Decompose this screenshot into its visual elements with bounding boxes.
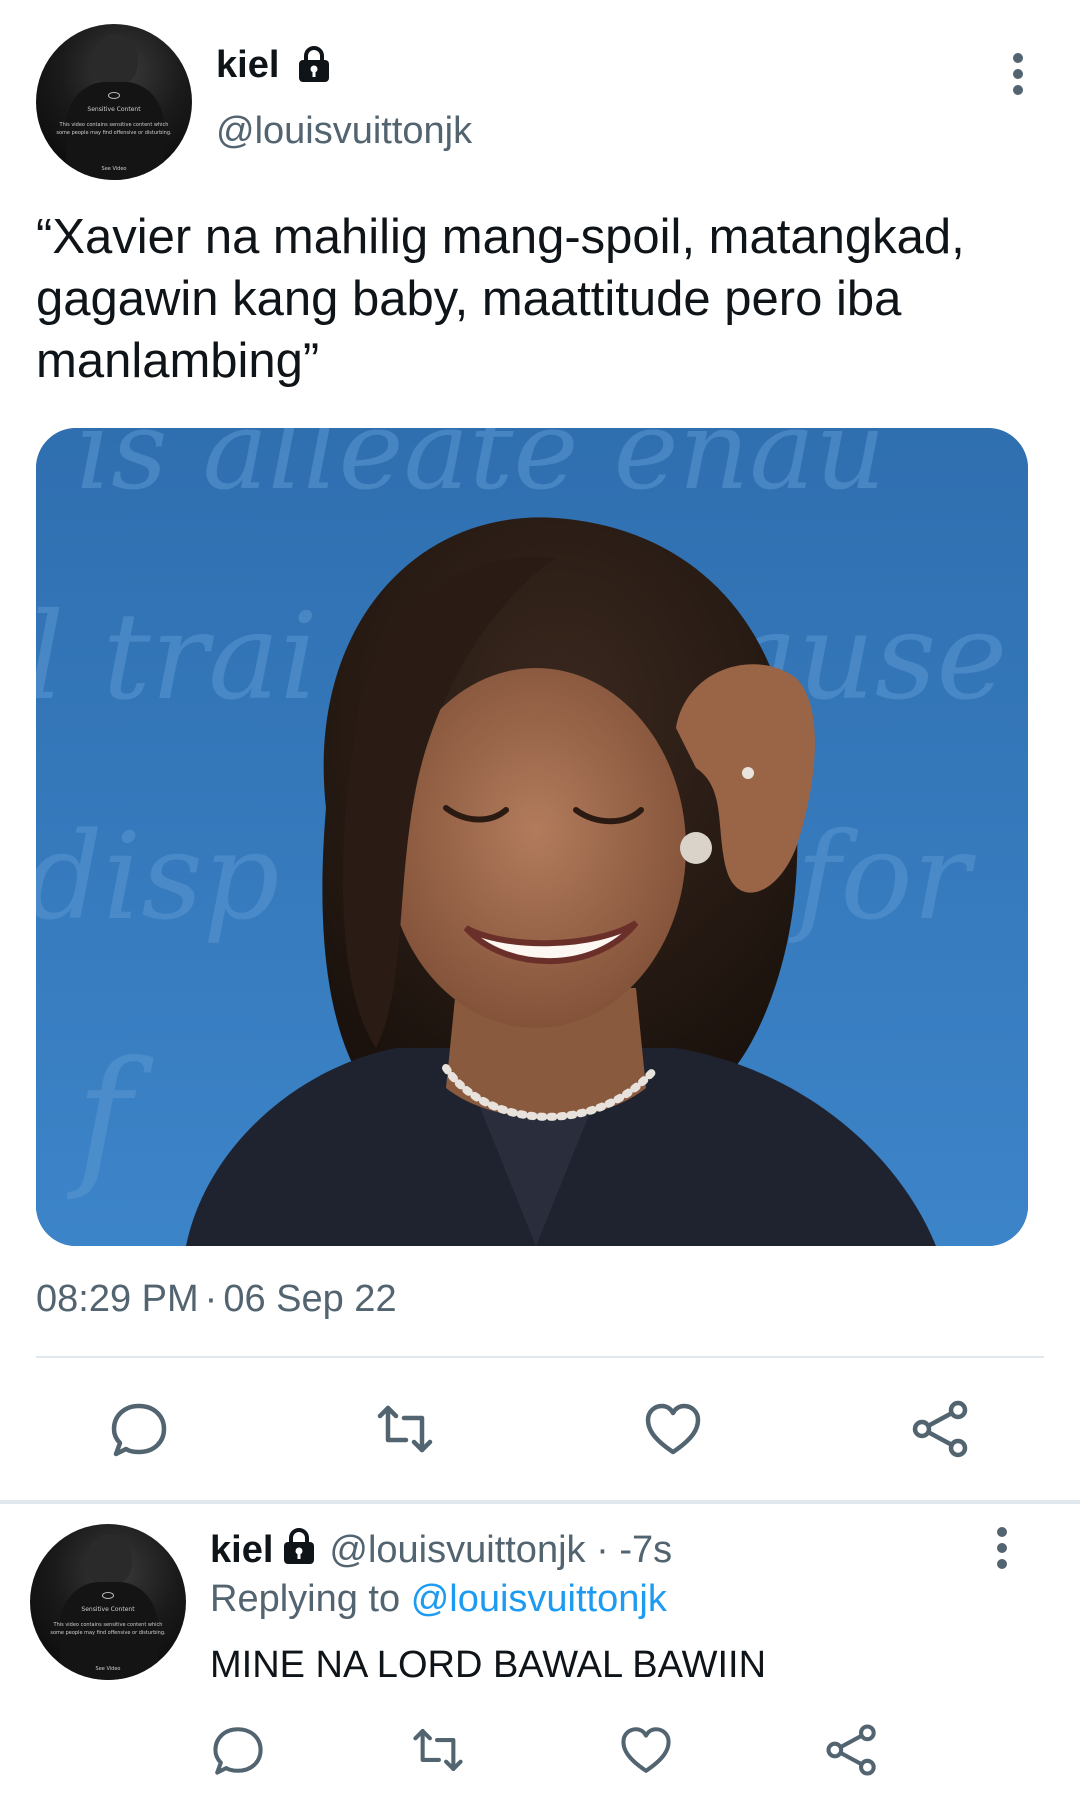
avatar-sensitive-line2: some people may find offensive or distur…: [50, 1630, 166, 1636]
svg-text:is alleate enau: is alleate enau: [76, 428, 886, 514]
reply-icon[interactable]: [108, 1398, 170, 1460]
reply-meta-separator: ·: [586, 1529, 620, 1571]
replying-to-label: Replying to: [210, 1578, 401, 1620]
avatar-sensitive-line1: This video contains sensitive content wh…: [53, 1622, 163, 1628]
lock-icon: [279, 1528, 319, 1566]
svg-text:disp: disp: [36, 808, 280, 947]
timestamp-time: 08:29 PM: [36, 1278, 199, 1320]
more-vertical-icon[interactable]: [986, 1526, 1018, 1570]
retweet-icon[interactable]: [374, 1398, 436, 1460]
avatar-see-video: See Video: [95, 1666, 121, 1672]
avatar-figure-head: [92, 34, 138, 86]
avatar-figure-head: [86, 1534, 132, 1586]
section-divider: [0, 1500, 1080, 1504]
share-icon[interactable]: [824, 1722, 880, 1778]
avatar[interactable]: Sensitive Content This video contains se…: [36, 24, 192, 180]
lock-icon: [294, 46, 334, 84]
tweet-text: “Xavier na mahilig mang-spoil, matangkad…: [36, 210, 965, 388]
handle[interactable]: @louisvuittonjk: [216, 110, 472, 153]
replying-to-mention[interactable]: @louisvuittonjk: [411, 1578, 667, 1620]
tweet-timestamp[interactable]: 08:29 PM · 06 Sep 22: [36, 1278, 397, 1321]
reply-icon[interactable]: [210, 1722, 266, 1778]
share-icon[interactable]: [910, 1398, 972, 1460]
tweet-media-image[interactable]: is alleate enau l trai ause disp for f: [36, 428, 1028, 1246]
reply-time-ago: -7s: [619, 1529, 673, 1571]
retweet-icon[interactable]: [410, 1722, 466, 1778]
reply-header: kiel @louisvuittonjk · -7s: [210, 1528, 672, 1572]
avatar-sensitive-title: Sensitive Content: [81, 1606, 135, 1613]
replying-to: Replying to @louisvuittonjk: [210, 1578, 667, 1621]
svg-text:for: for: [788, 808, 977, 947]
display-name[interactable]: kiel: [216, 44, 279, 87]
svg-text:l trai: l trai: [36, 588, 318, 727]
heart-icon[interactable]: [642, 1398, 704, 1460]
eye-slash-icon: [108, 92, 120, 99]
eye-slash-icon: [102, 1592, 114, 1599]
meta-separator-dot: ·: [596, 1529, 609, 1571]
avatar-sensitive-title: Sensitive Content: [87, 106, 141, 113]
reply-avatar[interactable]: Sensitive Content This video contains se…: [30, 1524, 186, 1680]
avatar-sensitive-line1: This video contains sensitive content wh…: [59, 122, 169, 128]
reply-handle[interactable]: @louisvuittonjk: [329, 1529, 585, 1571]
main-tweet: Sensitive Content This video contains se…: [0, 0, 1080, 1502]
avatar-see-video: See Video: [101, 166, 127, 172]
reply-text: MINE NA LORD BAWAL BAWIIN: [210, 1644, 767, 1686]
avatar-sensitive-line2: some people may find offensive or distur…: [56, 130, 172, 136]
timestamp-separator: ·: [204, 1278, 218, 1320]
divider: [36, 1356, 1044, 1358]
heart-icon[interactable]: [618, 1722, 674, 1778]
reply-display-name[interactable]: kiel: [210, 1529, 273, 1571]
timestamp-date: 06 Sep 22: [223, 1278, 397, 1320]
more-vertical-icon[interactable]: [1002, 52, 1034, 96]
